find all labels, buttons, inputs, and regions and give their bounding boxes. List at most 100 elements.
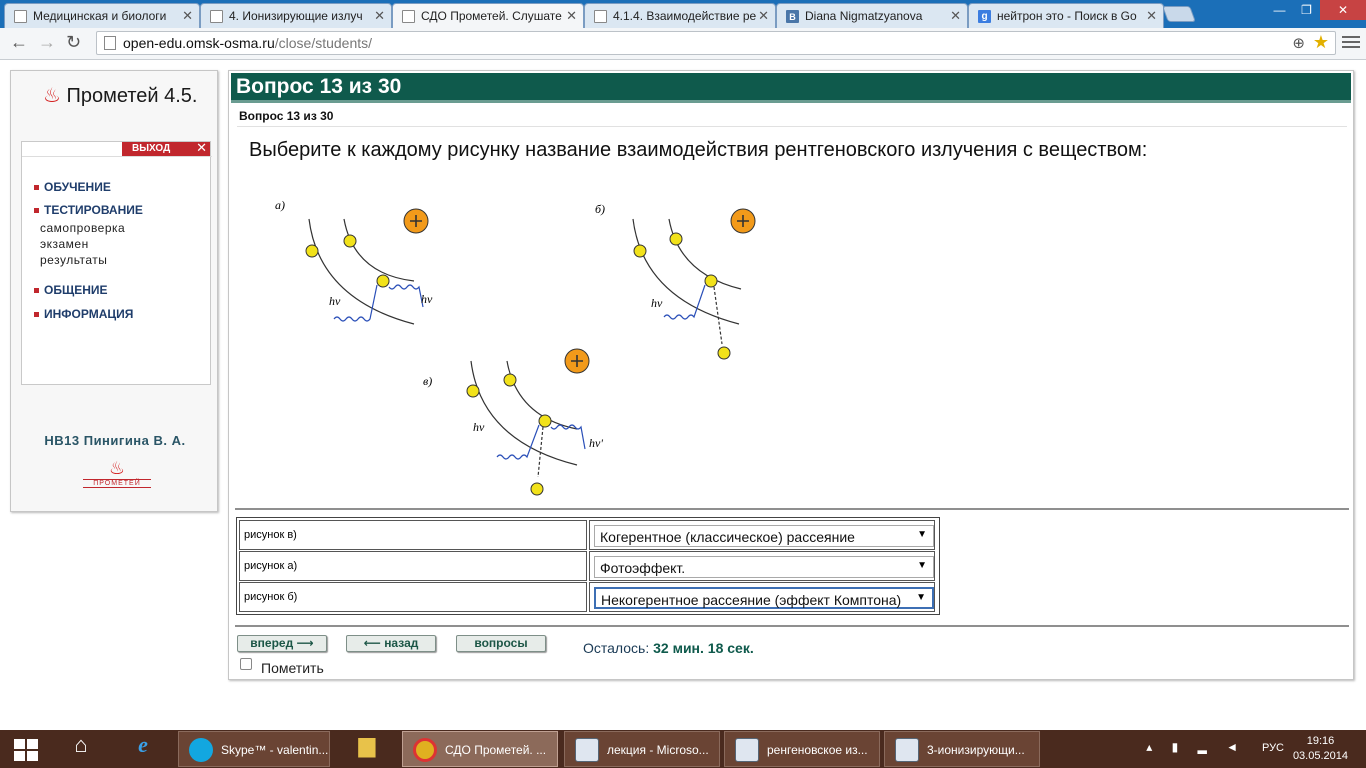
new-tab-button[interactable] xyxy=(1162,6,1196,22)
sidebar: ♨ Прометей 4.5. ВЫХОД ✕ ОБУЧЕНИЕ ТЕСТИРО… xyxy=(10,70,218,512)
chrome-icon xyxy=(413,738,437,762)
mark-label: Пометить xyxy=(261,660,324,676)
page-content: ♨ Прометей 4.5. ВЫХОД ✕ ОБУЧЕНИЕ ТЕСТИРО… xyxy=(0,60,1366,730)
taskbar: ⌂ e Skype™ - valentin... ▆ СДО Прометей.… xyxy=(0,730,1366,768)
google-icon: g xyxy=(978,10,991,23)
skype-icon xyxy=(189,738,213,762)
photon-wave xyxy=(388,284,424,308)
orbit xyxy=(470,360,578,466)
sidebar-item-learning[interactable]: ОБУЧЕНИЕ xyxy=(34,180,111,194)
exit-button[interactable]: ВЫХОД ✕ xyxy=(122,140,210,156)
flame-icon: ♨ xyxy=(43,85,61,107)
timer-value: 32 мин. 18 сек. xyxy=(653,640,754,656)
doc-icon xyxy=(594,10,607,23)
maximize-icon[interactable]: ❐ xyxy=(1293,0,1320,20)
tray-icons[interactable]: ▴ ▮ ▂ ◄ xyxy=(1146,740,1246,754)
answer-select[interactable]: Фотоэффект. ▼ xyxy=(594,556,934,578)
language-indicator[interactable]: РУС xyxy=(1262,742,1284,754)
dropdown-arrow-icon: ▼ xyxy=(917,529,927,540)
left-arrow-icon: ⟵ xyxy=(363,636,381,650)
folder-icon[interactable]: ▆ xyxy=(342,732,392,766)
close-icon[interactable]: ✕ xyxy=(182,8,193,24)
windows-start-icon[interactable] xyxy=(14,739,38,761)
close-icon: ✕ xyxy=(196,140,207,155)
taskbar-item-word-lecture[interactable]: лекция - Microso... xyxy=(564,731,720,767)
internet-explorer-icon[interactable]: e xyxy=(118,732,168,766)
sidebar-item-communication[interactable]: ОБЩЕНИЕ xyxy=(34,283,108,297)
sidebar-subitem-exam[interactable]: экзамен xyxy=(40,237,89,251)
minimize-icon[interactable]: — xyxy=(1266,0,1293,20)
tab-label: Diana Nigmatzyanova xyxy=(805,9,923,23)
sidebar-subitem-selfcheck[interactable]: самопроверка xyxy=(40,221,125,235)
back-arrow-icon[interactable]: ← xyxy=(10,32,28,53)
electron-icon xyxy=(305,244,319,258)
photon-wave xyxy=(550,424,586,450)
table-row: рисунок а) Фотоэффект. ▼ xyxy=(239,551,935,581)
close-icon[interactable]: ✕ xyxy=(758,8,769,24)
orbit xyxy=(343,218,415,282)
answer-select[interactable]: Некогерентное рассеяние (эффект Комптона… xyxy=(594,587,934,609)
sidebar-subitem-results[interactable]: результаты xyxy=(40,253,107,267)
tab-interaction[interactable]: 4.1.4. Взаимодействие ре ✕ xyxy=(584,3,776,28)
ejected-electron-path xyxy=(713,286,723,345)
figure-c: в) hν hν' xyxy=(423,348,603,496)
word-icon xyxy=(575,738,599,762)
bookmark-star-icon[interactable]: ★ xyxy=(1313,32,1329,53)
tab-label: СДО Прометей. Слушате xyxy=(421,9,562,23)
answer-cell: Фотоэффект. ▼ xyxy=(589,551,935,581)
sidebar-item-information[interactable]: ИНФОРМАЦИЯ xyxy=(34,307,133,321)
prometey-small-logo: ♨ ПРОМЕТЕЙ xyxy=(83,459,151,495)
close-icon[interactable]: ✕ xyxy=(950,8,961,24)
hv-label: hν xyxy=(421,292,433,306)
electron-icon xyxy=(717,346,731,360)
zoom-icon[interactable]: ⊕ xyxy=(1292,34,1305,52)
electron-icon xyxy=(376,274,390,288)
tab-vk[interactable]: B Diana Nigmatzyanova ✕ xyxy=(776,3,968,28)
window-close-icon[interactable]: ✕ xyxy=(1320,0,1366,20)
selected-value: Некогерентное рассеяние (эффект Комптона… xyxy=(601,592,902,608)
sidebar-menu: ВЫХОД ✕ ОБУЧЕНИЕ ТЕСТИРОВАНИЕ самопровер… xyxy=(21,140,212,385)
tab-google[interactable]: g нейтрон это - Поиск в Go ✕ xyxy=(968,3,1164,28)
sidebar-item-testing[interactable]: ТЕСТИРОВАНИЕ xyxy=(34,203,143,217)
address-bar[interactable]: open-edu.omsk-osma.ru/close/students/ ⊕ … xyxy=(96,31,1336,55)
taskbar-item-word-ionizing[interactable]: 3-ионизирующи... xyxy=(884,731,1040,767)
dropdown-arrow-icon: ▼ xyxy=(917,560,927,571)
forward-arrow-icon[interactable]: → xyxy=(38,32,56,53)
vk-icon: B xyxy=(786,10,799,23)
timer: Осталось: 32 мин. 18 сек. xyxy=(583,640,754,656)
answer-select[interactable]: Когерентное (классическое) рассеяние ▼ xyxy=(594,525,934,547)
close-icon[interactable]: ✕ xyxy=(566,8,577,24)
back-button[interactable]: ⟵ назад xyxy=(346,635,436,652)
reload-icon[interactable]: ↻ xyxy=(66,32,81,53)
doc-icon xyxy=(14,10,27,23)
close-icon[interactable]: ✕ xyxy=(374,8,385,24)
taskbar-item-label: Skype™ - valentin... xyxy=(221,743,329,757)
photon-wave xyxy=(333,284,378,322)
taskbar-item-label: 3-ионизирующи... xyxy=(927,743,1025,757)
home-icon[interactable]: ⌂ xyxy=(56,732,106,766)
questions-button[interactable]: вопросы xyxy=(456,635,546,652)
tab-label: Медицинская и биологи xyxy=(33,9,167,23)
taskbar-item-chrome[interactable]: СДО Прометей. ... xyxy=(402,731,558,767)
word-icon xyxy=(735,738,759,762)
hv-label: hν xyxy=(329,294,341,308)
tab-med-bio[interactable]: Медицинская и биологи ✕ xyxy=(4,3,200,28)
mark-checkbox[interactable] xyxy=(240,658,252,670)
question-text: Выберите к каждому рисунку название взаи… xyxy=(249,139,1148,161)
exit-label: ВЫХОД xyxy=(132,143,171,154)
browser-tab-bar: Медицинская и биологи ✕ 4. Ионизирующие … xyxy=(0,0,1366,29)
url-host: open-edu.omsk-osma.ru xyxy=(123,35,275,51)
answer-cell: Когерентное (классическое) рассеяние ▼ xyxy=(589,520,935,550)
prometey-logo: ♨ Прометей 4.5. xyxy=(43,83,197,108)
taskbar-item-word-xray[interactable]: ренгеновское из... xyxy=(724,731,880,767)
close-icon[interactable]: ✕ xyxy=(1146,8,1157,24)
selected-value: Фотоэффект. xyxy=(600,560,686,576)
tab-prometey[interactable]: СДО Прометей. Слушате ✕ xyxy=(392,3,584,29)
chrome-menu-icon[interactable] xyxy=(1342,36,1360,51)
question-subheader: Вопрос 13 из 30 xyxy=(239,109,334,123)
clock[interactable]: 19:16 03.05.2014 xyxy=(1293,734,1348,764)
forward-button[interactable]: вперед ⟶ xyxy=(237,635,327,652)
taskbar-item-skype[interactable]: Skype™ - valentin... xyxy=(178,731,330,767)
answer-label: рисунок а) xyxy=(239,551,587,581)
tab-ionizing[interactable]: 4. Ионизирующие излуч ✕ xyxy=(200,3,392,28)
